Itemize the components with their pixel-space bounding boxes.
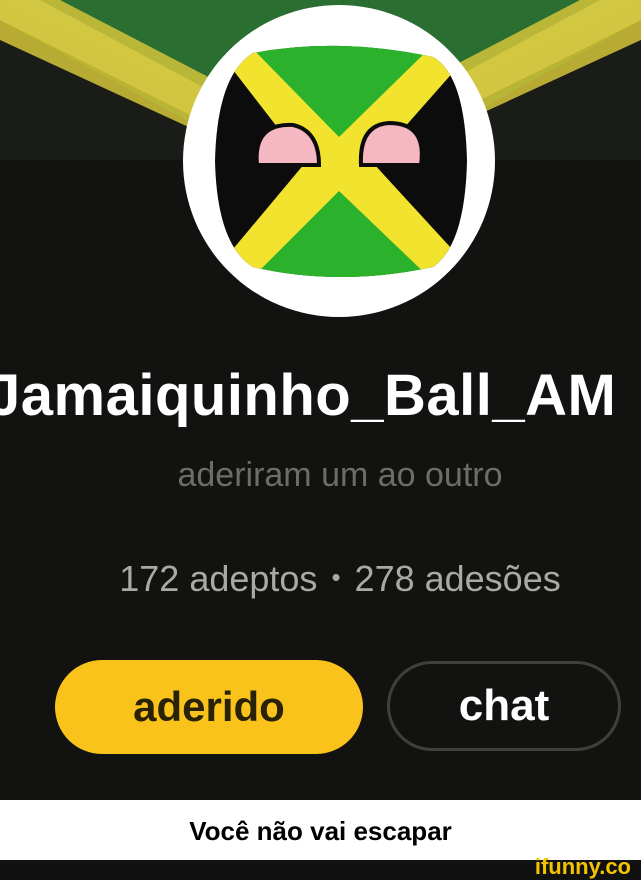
profile-stats: 172 adeptos • 278 adesões <box>0 558 641 600</box>
meme-caption: Você não vai escapar <box>0 800 641 860</box>
profile-avatar[interactable] <box>183 5 495 317</box>
ifunny-watermark: ifunny.co <box>534 854 631 879</box>
followers-count[interactable]: 172 adeptos <box>119 558 317 599</box>
jamaica-ball-avatar-image <box>215 45 467 278</box>
joined-button[interactable]: aderido <box>55 660 363 754</box>
profile-relationship-status: aderiram um ao outro <box>177 456 503 494</box>
following-count[interactable]: 278 adesões <box>355 558 561 599</box>
chat-button[interactable]: chat <box>387 661 621 751</box>
profile-username: Jamaiquinho_Ball_AM <box>0 363 617 428</box>
stats-separator: • <box>331 562 341 592</box>
